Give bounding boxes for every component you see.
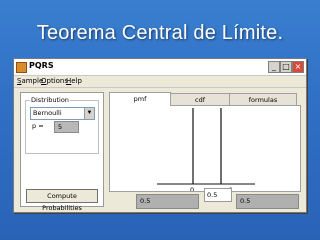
menu-bar: Sample Options Help	[14, 76, 306, 88]
menu-help[interactable]: Help	[66, 77, 82, 85]
chevron-down-icon[interactable]: ▼	[84, 108, 94, 119]
x-tick-0: 0	[190, 186, 194, 191]
distribution-select[interactable]: Bernoulli ▼	[30, 107, 95, 120]
distribution-group: Distribution Bernoulli ▼ p = 5	[25, 96, 99, 154]
maximize-button[interactable]: □	[280, 61, 292, 73]
right-probability-field[interactable]: 0.5	[236, 194, 299, 209]
menu-options[interactable]: Options	[41, 77, 68, 85]
pqrs-window: PQRS _ □ × Sample Options Help Distribut…	[13, 58, 307, 213]
pmf-plot: 0 1 0.5	[109, 105, 301, 202]
distribution-panel: Distribution Bernoulli ▼ p = 5 Compute P…	[20, 92, 104, 212]
distribution-selected-value: Bernoulli	[33, 109, 62, 117]
param-label: p =	[32, 122, 44, 130]
minimize-button[interactable]: _	[268, 61, 280, 73]
param-input[interactable]: 5	[54, 121, 79, 133]
app-icon	[16, 62, 27, 73]
distribution-group-label: Distribution	[30, 96, 70, 104]
pmf-plot-svg: 0 1	[157, 108, 255, 194]
left-probability-field[interactable]: 0.5	[136, 194, 199, 209]
menu-sample-rest: ample	[21, 77, 44, 85]
close-button[interactable]: ×	[292, 61, 304, 73]
menu-help-rest: elp	[71, 77, 82, 85]
compute-probabilities-button[interactable]: Compute Probabilities	[26, 189, 98, 212]
title-bar[interactable]: PQRS _ □ ×	[14, 59, 306, 76]
window-title: PQRS	[29, 61, 54, 70]
tab-pmf[interactable]: pmf	[109, 92, 171, 106]
slide-title: Teorema Central de Límite.	[36, 22, 284, 44]
menu-sample[interactable]: Sample	[17, 77, 43, 85]
status-bar: 0.5 0.5	[136, 194, 300, 209]
param-row: p = 5	[30, 121, 93, 133]
menu-options-rest: ptions	[46, 77, 69, 85]
